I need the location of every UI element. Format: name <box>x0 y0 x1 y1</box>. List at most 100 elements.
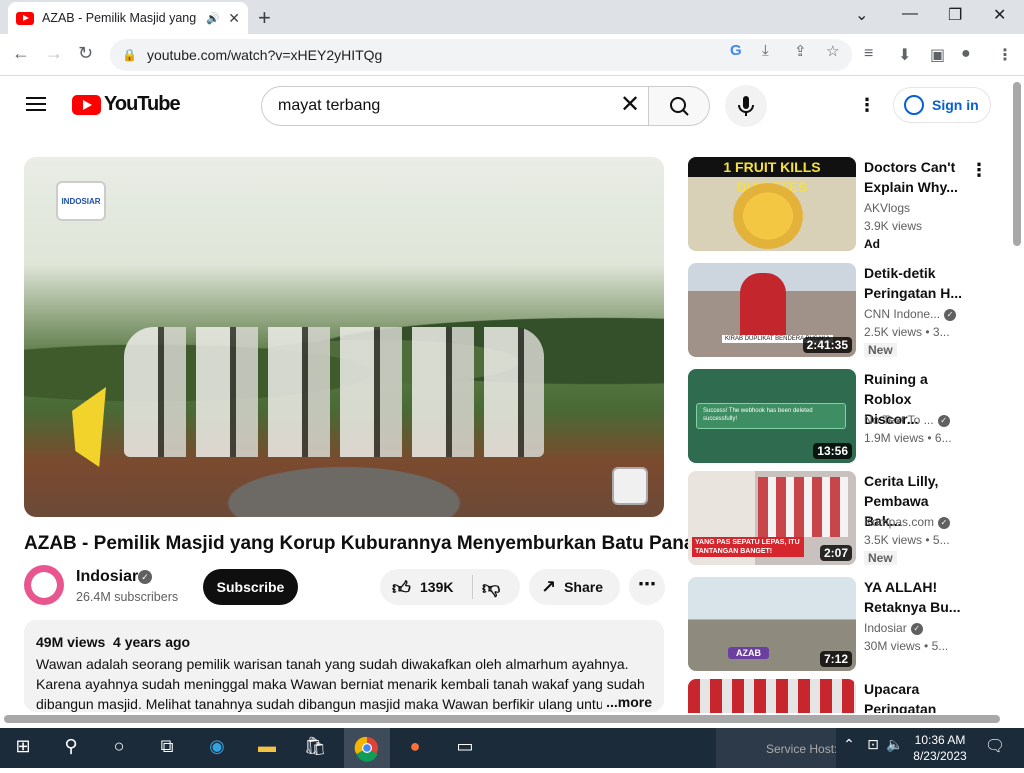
new-badge: New <box>864 551 897 565</box>
share-label: Share <box>564 579 604 595</box>
suggestion-kebab-icon[interactable]: ⋮ <box>970 160 988 181</box>
profile-icon[interactable]: ● <box>961 45 971 63</box>
reload-icon[interactable]: ↻ <box>78 43 93 64</box>
suggestion-views: 30M views • 5... <box>864 639 949 653</box>
subscribe-button[interactable]: Subscribe <box>203 569 298 605</box>
suggestion-thumbnail[interactable] <box>688 679 856 713</box>
google-lens-icon[interactable]: G <box>730 42 742 59</box>
suggestion-thumbnail[interactable]: AZAB 7:12 <box>688 577 856 671</box>
duration-badge: 2:07 <box>819 545 852 561</box>
close-window-button[interactable]: ✕ <box>993 5 1006 25</box>
search-query: mayat terbang <box>278 97 381 114</box>
suggestion-thumbnail[interactable]: YANG PAS SEPATU LEPAS, ITU TANTANGAN BAN… <box>688 471 856 565</box>
share-button[interactable]: ↗ Share <box>529 569 620 605</box>
edge-icon[interactable]: ◉ <box>204 736 230 760</box>
back-icon[interactable]: ← <box>12 43 30 64</box>
browser-menu-icon[interactable]: ⋮ <box>997 45 1013 65</box>
suggestion-item[interactable]: AZAB 7:12 YA ALLAH! Retaknya Bu... Indos… <box>688 577 998 673</box>
like-dislike-group: 👍︎ 139K 👎︎ <box>380 569 520 605</box>
settings-kebab-icon[interactable]: ⋮ <box>858 95 876 116</box>
bookmark-star-icon[interactable]: ☆ <box>826 42 839 60</box>
new-tab-button[interactable]: + <box>258 5 271 31</box>
microphone-icon <box>738 96 754 116</box>
cortana-icon[interactable]: ○ <box>106 736 132 760</box>
suggestion-channel: AKVlogs <box>864 201 911 215</box>
restore-button[interactable]: ❐ <box>948 5 962 25</box>
file-explorer-icon[interactable]: ▬ <box>254 736 280 760</box>
suggestion-thumbnail[interactable]: KIRAB DUPLIKAT BENDERA PUSAKA 2:41:35 <box>688 263 856 357</box>
downloads-icon[interactable]: ⬇ <box>898 45 911 65</box>
verified-check-icon: ✓ <box>944 308 957 321</box>
suggestion-item[interactable]: YANG PAS SEPATU LEPAS, ITU TANTANGAN BAN… <box>688 471 998 567</box>
browser-toolbar: ← → ↻ 🔒 youtube.com/watch?v=xHEY2yHITQg … <box>0 34 1024 76</box>
upload-age: 4 years ago <box>113 634 191 650</box>
windows-start-icon[interactable]: ⊞ <box>10 736 36 760</box>
store-icon[interactable]: 🛍︎ <box>302 736 328 760</box>
minimize-button[interactable]: — <box>902 5 918 23</box>
notification-icon[interactable]: 🗨 <box>982 736 1008 760</box>
side-panel-icon[interactable]: ▣ <box>930 45 945 65</box>
youtube-logo[interactable]: YouTube <box>72 93 181 116</box>
thumbs-down-icon[interactable]: 👎︎ <box>482 577 500 599</box>
verified-check-icon: ✓ <box>910 622 923 635</box>
search-input[interactable]: mayat terbang <box>261 86 649 126</box>
video-title: AZAB - Pemilik Masjid yang Korup Kuburan… <box>24 533 705 554</box>
clock-date: 8/23/2023 <box>913 749 967 763</box>
subscribe-watermark[interactable] <box>612 467 648 505</box>
search-button[interactable] <box>648 86 710 126</box>
more-actions-button[interactable]: ⋯ <box>629 569 665 605</box>
suggestion-title: Doctors Can't Explain Why... <box>864 159 958 195</box>
video-player[interactable]: INDOSIAR <box>24 157 664 517</box>
app-window-icon[interactable]: ▭ <box>452 736 478 760</box>
speaker-icon[interactable]: 🔊 <box>206 12 222 25</box>
duration-badge: 2:41:35 <box>802 337 852 353</box>
forward-icon[interactable]: → <box>45 43 63 64</box>
task-view-icon[interactable]: ⧉ <box>154 736 180 760</box>
install-app-icon[interactable]: ⤓ <box>762 42 769 59</box>
suggestion-item[interactable]: Upacara Peringatan <box>688 679 998 713</box>
vertical-scrollbar[interactable] <box>1013 82 1021 246</box>
description-text: Wawan adalah seorang pemilik warisan tan… <box>36 656 645 712</box>
thumbs-up-icon[interactable]: 👍︎ <box>392 577 411 599</box>
suggestion-item[interactable]: 1 FRUIT KILLS DIABETES Doctors Can't Exp… <box>688 157 998 253</box>
tab-search-chevron-icon[interactable]: ⌄ <box>855 5 868 25</box>
youtube-play-icon <box>72 94 101 115</box>
channel-name[interactable]: Indosiar <box>76 568 138 586</box>
suggestion-views: 3.9K views <box>864 219 923 233</box>
chrome-icon <box>354 736 378 762</box>
firefox-icon[interactable]: ● <box>402 736 428 760</box>
video-frame-people <box>124 327 544 457</box>
ad-badge: Ad <box>864 237 880 251</box>
verified-check-icon: ✓ <box>937 414 950 427</box>
voice-search-button[interactable] <box>725 85 767 127</box>
like-count[interactable]: 139K <box>420 579 453 595</box>
search-icon[interactable]: ⚲ <box>58 736 84 760</box>
chrome-taskbar-button[interactable] <box>344 728 390 768</box>
verified-check-icon: ✓ <box>138 570 152 584</box>
lock-icon[interactable]: 🔒 <box>122 48 137 62</box>
youtube-favicon-icon <box>16 11 34 25</box>
suggestion-title: YA ALLAH! Retaknya Bu... <box>864 579 961 615</box>
indosiar-watermark: INDOSIAR <box>56 181 106 221</box>
logo-text: YouTube <box>104 93 181 115</box>
tab-title: AZAB - Pemilik Masjid yang Korup <box>42 11 200 25</box>
media-queue-icon[interactable]: ≡ <box>864 45 873 63</box>
suggestion-thumbnail[interactable]: Success! The webhook has been deleted su… <box>688 369 856 463</box>
hamburger-menu-icon[interactable] <box>26 97 46 111</box>
share-page-icon[interactable]: ⇪ <box>794 42 807 60</box>
youtube-header: YouTube mayat terbang ✕ ⋮ Sign in <box>0 77 1010 133</box>
tray-chevron-icon[interactable]: ⌃ <box>836 736 862 760</box>
suggestion-thumbnail[interactable]: 1 FRUIT KILLS DIABETES <box>688 157 856 251</box>
description-box[interactable]: 49M views 4 years ago Wawan adalah seora… <box>24 620 664 712</box>
suggestion-item[interactable]: KIRAB DUPLIKAT BENDERA PUSAKA 2:41:35 De… <box>688 263 998 359</box>
suggestion-item[interactable]: Success! The webhook has been deleted su… <box>688 369 998 465</box>
system-clock[interactable]: 10:36 AM 8/23/2023 <box>905 732 975 764</box>
tab-youtube[interactable]: AZAB - Pemilik Masjid yang Korup 🔊 ✕ <box>8 2 248 34</box>
tray-service-host[interactable]: Service Host: Wi... <box>716 728 836 768</box>
channel-avatar[interactable] <box>24 565 64 605</box>
horizontal-scrollbar[interactable] <box>4 715 1000 723</box>
sign-in-button[interactable]: Sign in <box>893 87 991 123</box>
more-link[interactable]: ...more <box>602 692 652 712</box>
close-tab-icon[interactable]: ✕ <box>228 10 240 27</box>
clear-search-icon[interactable]: ✕ <box>620 93 640 117</box>
